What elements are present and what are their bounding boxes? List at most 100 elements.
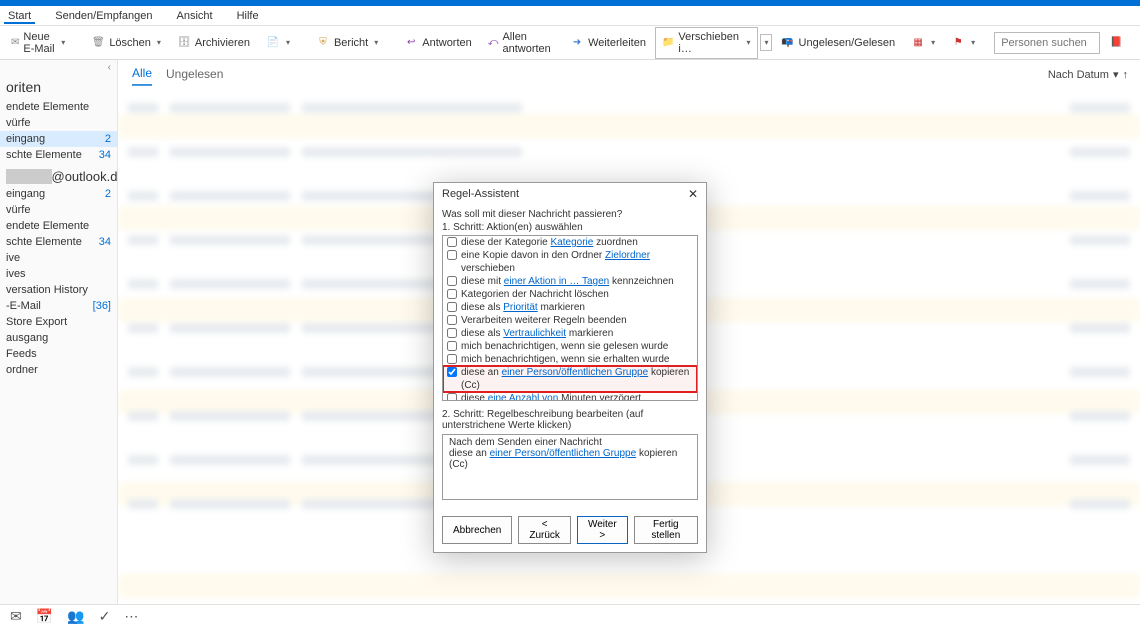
sidebar-item[interactable]: ives [0,266,117,282]
sidebar-item[interactable]: schte Elemente34 [0,234,117,250]
reply-all-button[interactable]: ⤺ Allen antworten [481,27,561,59]
calendar-nav-icon[interactable]: 📅 [36,608,53,625]
menu-view[interactable]: Ansicht [172,8,216,24]
sidebar-collapse[interactable]: ‹ [0,60,117,75]
action-link[interactable]: Zielordner [605,250,650,261]
action-label: diese an einer Person/öffentlichen Grupp… [461,366,693,392]
action-checkbox[interactable] [447,302,457,312]
finish-button[interactable]: Fertig stellen [634,516,698,544]
action-checkbox[interactable] [447,250,457,260]
action-checkbox[interactable] [447,341,457,351]
action-label: mich benachrichtigen, wenn sie gelesen w… [461,340,693,353]
forward-button[interactable]: ➜ Weiterleiten [563,32,653,54]
action-checkbox[interactable] [447,393,457,401]
sidebar-item-label: vürfe [6,117,30,129]
menu-help[interactable]: Hilfe [233,8,263,24]
back-button[interactable]: < Zurück [518,516,571,544]
next-button[interactable]: Weiter > [577,516,628,544]
tasks-nav-icon[interactable]: ✓ [99,608,111,625]
sidebar-item[interactable]: eingang2 [0,131,117,147]
sidebar-item[interactable]: Feeds [0,346,117,362]
action-row[interactable]: Verarbeiten weiterer Regeln beenden [443,314,697,327]
sort-by-button[interactable]: Nach Datum ▾ ↑ [1048,68,1128,81]
action-row[interactable]: diese als Vertraulichkeit markieren [443,327,697,340]
sidebar-item[interactable]: endete Elemente [0,218,117,234]
action-row[interactable]: diese als Priorität markieren [443,301,697,314]
action-checkbox[interactable] [447,354,457,364]
sidebar-item[interactable]: eingang2 [0,186,117,202]
reply-button[interactable]: ↩ Antworten [397,32,479,54]
dialog-title: Regel-Assistent [442,188,519,200]
move-quick-button[interactable]: 📄 [259,32,297,54]
delete-button[interactable]: 🗑 Löschen [84,32,168,54]
sidebar-item[interactable]: -E-Mail[36] [0,298,117,314]
rule-description-box[interactable]: Nach dem Senden einer Nachricht diese an… [442,434,698,500]
sidebar-item[interactable]: ive [0,250,117,266]
action-link[interactable]: Priorität [503,302,537,313]
tab-all[interactable]: Alle [132,66,152,86]
new-mail-label: Neue E-Mail [23,31,55,55]
action-row[interactable]: mich benachrichtigen, wenn sie gelesen w… [443,340,697,353]
action-row[interactable]: diese der Kategorie Kategorie zuordnen [443,236,697,249]
sidebar-item[interactable]: schte Elemente34 [0,147,117,163]
bottom-nav: ✉ 📅 👥 ✓ ⋯ [0,604,1140,628]
sidebar-item[interactable]: endete Elemente [0,99,117,115]
move-to-button[interactable]: 📁 Verschieben i… [655,27,758,59]
desc-link[interactable]: einer Person/öffentlichen Gruppe [490,448,637,459]
archive-button[interactable]: 🗄 Archivieren [170,32,257,54]
sidebar-item[interactable]: versation History [0,282,117,298]
report-label: Bericht [334,37,368,49]
trash-icon: 🗑 [91,36,105,50]
dialog-close-button[interactable]: ✕ [688,187,698,201]
action-checkbox[interactable] [447,276,457,286]
account-header[interactable]: xxxxxxx@outlook.de [0,163,117,186]
action-row[interactable]: mich benachrichtigen, wenn sie erhalten … [443,353,697,366]
new-mail-button[interactable]: ✉ Neue E-Mail [4,27,72,59]
tab-unread[interactable]: Ungelesen [166,67,223,85]
action-link[interactable]: eine Anzahl von [488,393,559,401]
sidebar-item[interactable]: vürfe [0,202,117,218]
read-unread-button[interactable]: 📭 Ungelesen/Gelesen [774,32,903,54]
actions-listbox[interactable]: diese der Kategorie Kategorie zuordnenei… [442,235,698,401]
mail-nav-icon[interactable]: ✉ [10,608,22,625]
sidebar-item[interactable]: Store Export [0,314,117,330]
people-search-input[interactable] [994,32,1100,54]
favorites-header[interactable]: oriten [0,75,117,99]
action-checkbox[interactable] [447,237,457,247]
email-filter-button[interactable]: ∇ [1132,32,1140,54]
menu-start[interactable]: Start [4,8,35,24]
reply-icon: ↩ [404,36,418,50]
flag-button[interactable]: ⚑ [944,32,982,54]
toolbar: ✉ Neue E-Mail 🗑 Löschen 🗄 Archivieren 📄 … [0,26,1140,60]
cancel-button[interactable]: Abbrechen [442,516,512,544]
action-row[interactable]: diese an einer Person/öffentlichen Grupp… [443,366,697,392]
categories-button[interactable]: ▦ [904,32,942,54]
people-nav-icon[interactable]: 👥 [67,608,84,625]
action-checkbox[interactable] [447,367,457,377]
action-checkbox[interactable] [447,289,457,299]
action-link[interactable]: Vertraulichkeit [503,328,566,339]
sidebar-item[interactable]: ausgang [0,330,117,346]
move-to-more[interactable] [760,34,772,51]
sidebar-item[interactable]: vürfe [0,115,117,131]
action-row[interactable]: Kategorien der Nachricht löschen [443,288,697,301]
sidebar-item[interactable]: ordner [0,362,117,378]
action-checkbox[interactable] [447,315,457,325]
desc-line2: diese an einer Person/öffentlichen Grupp… [449,448,691,470]
action-link[interactable]: einer Person/öffentlichen Gruppe [502,367,649,378]
sidebar-item-count: 34 [99,149,111,161]
action-checkbox[interactable] [447,328,457,338]
chevron-down-icon: ▾ [1113,68,1119,81]
sidebar-item-label: endete Elemente [6,101,89,113]
action-row[interactable]: diese mit einer Aktion in … Tagen kennze… [443,275,697,288]
action-row[interactable]: diese eine Anzahl von Minuten verzögert … [443,392,697,401]
address-book-button[interactable]: 📕 [1102,32,1130,54]
action-link[interactable]: einer Aktion in … Tagen [504,276,609,287]
menu-send[interactable]: Senden/Empfangen [51,8,156,24]
menubar: Start Senden/Empfangen Ansicht Hilfe [0,6,1140,26]
report-button[interactable]: ⛨ Bericht [309,32,385,54]
sidebar-item-label: eingang [6,133,45,145]
more-nav-icon[interactable]: ⋯ [124,608,138,625]
action-row[interactable]: eine Kopie davon in den Ordner Zielordne… [443,249,697,275]
action-link[interactable]: Kategorie [551,237,594,248]
